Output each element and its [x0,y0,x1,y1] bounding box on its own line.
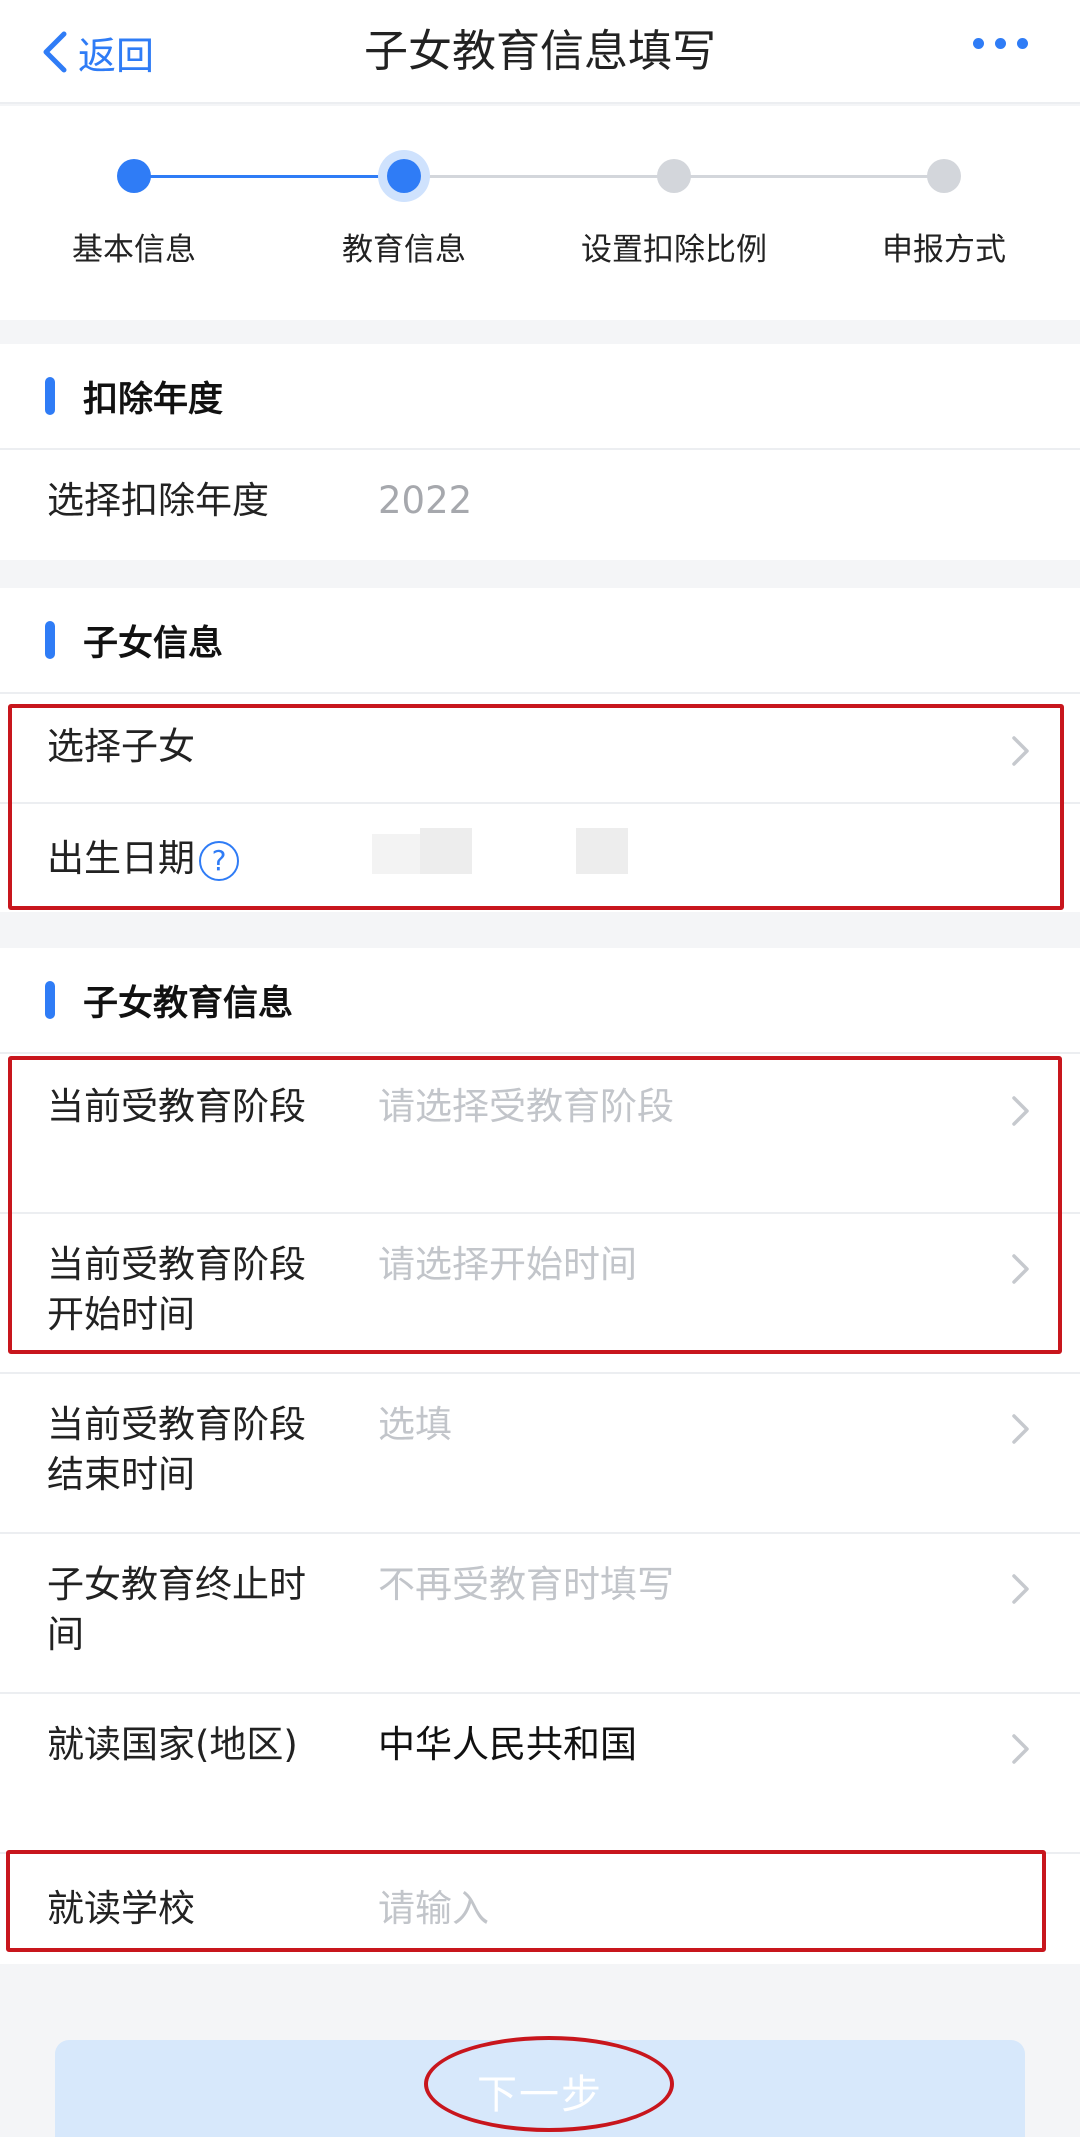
annotation-circle-next [424,2036,674,2132]
section-header: 扣除年度 [0,344,1080,450]
nav-bar: 返回 子女教育信息填写 [0,0,1080,104]
study-country-row[interactable]: 就读国家(地区) 中华人民共和国 [0,1694,1080,1854]
redacted-block [420,828,472,874]
study-school-row[interactable]: 就读学校 请输入 [0,1854,1080,1964]
chevron-right-icon [1012,1254,1029,1284]
section-header: 子女信息 [0,588,1080,694]
chevron-right-icon [1012,1414,1029,1444]
row-label: 子女教育终止时间 [47,1563,306,1656]
birth-date-row: 出生日期? [0,804,1080,912]
birth-date-label: 出生日期 [47,837,195,880]
section-title: 扣除年度 [83,379,224,420]
step-dot-1 [117,159,151,193]
step-label-1: 基本信息 [72,232,196,268]
school-input[interactable]: 请输入 [378,1884,489,1934]
section-accent-bar [45,621,55,659]
row-placeholder: 选填 [378,1403,452,1446]
row-label: 选择扣除年度 [47,479,269,522]
redacted-block [576,828,628,874]
step-dot-4 [927,159,961,193]
help-circle-icon[interactable]: ? [199,840,239,881]
step-label-4: 申报方式 [882,232,1006,268]
section-title: 子女信息 [83,623,224,664]
row-label: 当前受教育阶段结束时间 [47,1403,306,1496]
section-title: 子女教育信息 [83,983,294,1024]
redacted-block [372,834,420,874]
edu-stage-row[interactable]: 当前受教育阶段 请选择受教育阶段 [0,1054,1080,1214]
page-title: 子女教育信息填写 [364,26,716,77]
edu-termination-row[interactable]: 子女教育终止时间 不再受教育时填写 [0,1534,1080,1694]
section-header: 子女教育信息 [0,948,1080,1054]
row-label: 当前受教育阶段 [47,1085,306,1128]
section-deduction-year: 扣除年度 选择扣除年度 2022 [0,344,1080,560]
row-label: 当前受教育阶段开始时间 [47,1243,306,1336]
chevron-right-icon [1012,1574,1029,1604]
step-dot-2 [387,159,421,193]
row-label: 就读学校 [47,1887,195,1930]
section-accent-bar [45,981,55,1019]
section-accent-bar [45,377,55,415]
chevron-right-icon [1012,736,1029,766]
row-placeholder: 不再受教育时填写 [378,1563,674,1606]
chevron-right-icon [1012,1734,1029,1764]
step-label-2: 教育信息 [342,232,466,268]
row-label: 就读国家(地区) [47,1723,298,1766]
select-child-row[interactable]: 选择子女 [0,694,1080,804]
row-value: 2022 [378,479,473,522]
more-dots-icon[interactable] [973,38,1028,49]
section-education-info: 子女教育信息 当前受教育阶段 请选择受教育阶段 当前受教育阶段开始时间 请选择开… [0,948,1080,1964]
row-value: 中华人民共和国 [378,1723,637,1766]
edu-end-row[interactable]: 当前受教育阶段结束时间 选填 [0,1374,1080,1534]
edu-start-row[interactable]: 当前受教育阶段开始时间 请选择开始时间 [0,1214,1080,1374]
section-child-info: 子女信息 选择子女 出生日期? [0,588,1080,912]
row-label: 出生日期? [47,834,337,884]
chevron-right-icon [1012,1096,1029,1126]
step-line-done [134,175,404,178]
step-label-3: 设置扣除比例 [581,232,767,268]
deduction-year-row[interactable]: 选择扣除年度 2022 [0,450,1080,560]
step-dot-3 [657,159,691,193]
row-placeholder: 请选择受教育阶段 [378,1085,674,1128]
row-placeholder: 请选择开始时间 [378,1243,637,1286]
progress-steps: 基本信息 教育信息 设置扣除比例 申报方式 [0,106,1080,320]
row-label: 选择子女 [47,725,195,768]
